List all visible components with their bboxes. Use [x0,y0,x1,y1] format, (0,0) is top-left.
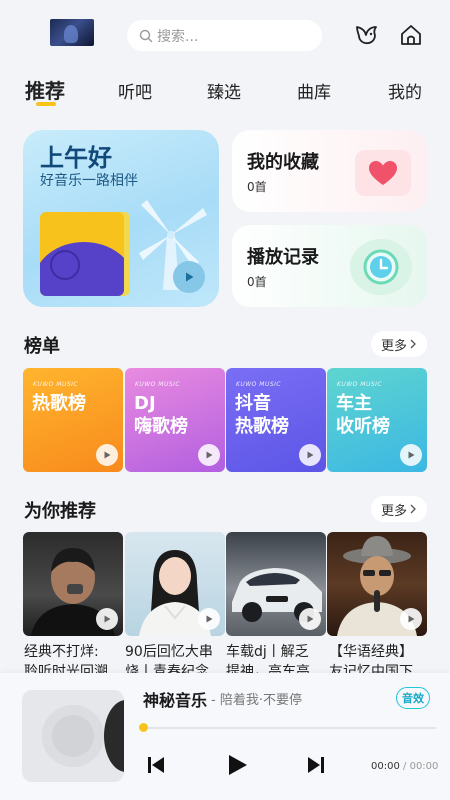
caption-line: 90后回忆大串 [125,644,213,660]
recommend-section-title: 为你推荐 [24,501,96,522]
chart-card-hot[interactable]: KUWO MUSIC 热歌榜 [23,368,123,472]
recommend-play-button[interactable] [198,608,220,630]
play-button[interactable] [225,753,249,777]
chart-name: 热歌榜 [32,393,86,414]
charts-more-label: 更多 [380,338,407,354]
mini-player: 神秘音乐 - 陪着我·不要停 音效 00:00 / 00:00 [0,673,450,800]
chart-play-button[interactable] [96,444,118,466]
recommend-more-label: 更多 [380,503,407,519]
bird-icon[interactable] [354,22,380,48]
hero-play-button[interactable] [173,261,205,293]
chevron-right-icon [410,339,416,349]
progress-handle[interactable] [139,723,148,732]
skip-previous-icon [148,757,164,773]
recommend-cover-2[interactable] [125,532,225,636]
current-time: 00:00 [371,761,400,772]
chart-tag: KUWO MUSIC [33,381,79,388]
chart-tag: KUWO MUSIC [337,381,383,388]
album-cover[interactable] [40,212,124,296]
caption-line: 车载dj丨解乏 [226,644,309,660]
favorites-count: 0首 [247,180,267,194]
recommend-play-button[interactable] [96,608,118,630]
sound-effect-button[interactable]: 音效 [396,687,430,709]
search-placeholder: 搜索... [157,28,199,45]
play-icon [104,451,111,459]
play-icon [408,615,415,623]
chart-name: 抖音 热歌榜 [235,393,289,437]
album-ring-graphic [50,250,80,280]
main-tabs: 推荐 听吧 臻选 曲库 我的 [0,72,450,112]
chart-play-button[interactable] [400,444,422,466]
time-display: 00:00 / 00:00 [371,761,438,772]
play-icon [408,451,415,459]
recommend-cover-4[interactable] [327,532,427,636]
recommend-play-button[interactable] [299,608,321,630]
prev-button[interactable] [146,755,166,775]
greeting-title: 上午好 [40,144,112,172]
tab-select[interactable]: 臻选 [207,78,241,103]
tab-recommend[interactable]: 推荐 [25,75,65,104]
vinyl-edge [104,700,124,772]
greeting-card[interactable]: 上午好 好音乐一路相伴 [23,130,219,307]
chart-play-button[interactable] [299,444,321,466]
progress-bar[interactable] [139,723,436,732]
chart-name: DJ 嗨歌榜 [134,393,188,437]
history-title: 播放记录 [247,247,319,268]
play-icon [229,755,247,775]
play-icon [206,615,213,623]
charts-section-title: 榜单 [24,336,60,357]
caption-line: 经典不打烊: [24,644,99,660]
tab-library[interactable]: 曲库 [297,78,331,103]
recommend-more-button[interactable]: 更多 [371,496,427,522]
caption-line: 【华语经典】 [329,644,413,660]
active-tab-indicator [36,102,56,106]
greeting-subtitle: 好音乐一路相伴 [40,173,138,189]
chart-name: 车主 收听榜 [336,393,390,437]
chart-card-car[interactable]: KUWO MUSIC 车主 收听榜 [327,368,427,472]
top-bar: 搜索... [0,0,450,68]
charts-more-button[interactable]: 更多 [371,331,427,357]
recommend-cover-1[interactable] [23,532,123,636]
heart-icon [355,150,411,196]
play-icon [186,272,194,282]
total-time: 00:00 [409,761,439,772]
favorites-card[interactable]: 我的收藏 0首 [232,130,427,212]
song-title: 神秘音乐 [143,691,208,710]
history-card[interactable]: 播放记录 0首 [232,225,427,307]
play-icon [104,615,111,623]
chart-play-button[interactable] [198,444,220,466]
user-avatar[interactable] [50,19,94,46]
recommend-play-button[interactable] [400,608,422,630]
time-separator: / [403,761,407,772]
play-icon [206,451,213,459]
skip-next-icon [308,757,324,773]
play-icon [307,615,314,623]
clock-icon [350,239,412,295]
chart-card-dj[interactable]: KUWO MUSIC DJ 嗨歌榜 [125,368,225,472]
home-icon[interactable] [398,22,424,48]
play-icon [307,451,314,459]
song-subtitle: - 陪着我·不要停 [211,693,302,708]
chart-tag: KUWO MUSIC [236,381,282,388]
tab-mine[interactable]: 我的 [388,78,422,103]
search-input[interactable]: 搜索... [127,20,322,51]
recommend-cover-3[interactable] [226,532,326,636]
chevron-right-icon [410,504,416,514]
disc-icon [42,705,104,767]
history-count: 0首 [247,275,267,289]
tab-listen[interactable]: 听吧 [118,78,152,103]
chart-tag: KUWO MUSIC [135,381,181,388]
next-button[interactable] [306,755,326,775]
search-icon [139,29,153,42]
favorites-title: 我的收藏 [247,152,319,173]
chart-card-douyin[interactable]: KUWO MUSIC 抖音 热歌榜 [226,368,326,472]
player-cover[interactable] [22,690,124,782]
